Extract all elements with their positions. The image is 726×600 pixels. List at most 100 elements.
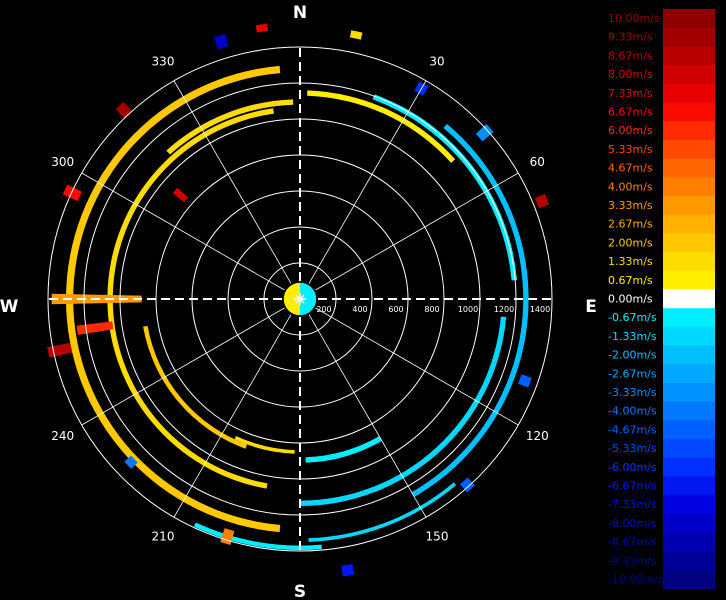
azimuth-label: 30 [429, 55, 444, 69]
colorbar-swatch [663, 177, 715, 197]
azimuth-label: 330 [152, 55, 175, 69]
colorbar-swatch [663, 196, 715, 216]
velocity-gate [220, 528, 235, 545]
colorbar-swatch [663, 551, 715, 571]
colorbar-label: 9.33m/s [608, 31, 653, 44]
velocity-gate [518, 374, 532, 388]
azimuth-label: 240 [51, 429, 74, 443]
range-label: 800 [424, 305, 439, 314]
colorbar-swatch [663, 65, 715, 85]
colorbar-label: 2.00m/s [608, 236, 653, 249]
colorbar-label: -2.67m/s [608, 367, 657, 380]
colorbar-swatch [663, 401, 715, 421]
colorbar-swatch [663, 532, 715, 552]
velocity-gate [534, 194, 550, 209]
azimuth-label: 60 [530, 155, 545, 169]
colorbar-swatch [663, 27, 715, 47]
velocity-band [305, 436, 382, 463]
colorbar-swatch [663, 439, 715, 459]
colorbar-label: -6.00m/s [608, 461, 657, 474]
colorbar-label: 6.00m/s [608, 124, 653, 137]
colorbar-swatch [663, 308, 715, 328]
colorbar-swatch [663, 83, 715, 103]
velocity-gate [459, 477, 475, 493]
colorbar-swatch [663, 139, 715, 160]
velocity-band [143, 325, 248, 449]
azimuth-spoke [315, 307, 519, 426]
colorbar-swatch [663, 270, 715, 290]
colorbar-label: 3.33m/s [608, 199, 653, 212]
colorbar-swatch [663, 570, 715, 590]
colorbar-swatch [663, 383, 715, 403]
velocity-gate [76, 321, 114, 335]
colorbar-label: -0.67m/s [608, 311, 657, 324]
colorbar-label: 10.00m/s [608, 12, 660, 25]
colorbar-swatch [663, 420, 715, 440]
colorbar-label: 8.67m/s [608, 49, 653, 62]
colorbar-swatch [663, 102, 715, 122]
range-label: 1400 [530, 305, 550, 314]
colorbar-label: 1.33m/s [608, 255, 653, 268]
azimuth-spoke [315, 172, 519, 291]
colorbar-swatch [663, 289, 715, 309]
colorbar-label: -8.00m/s [608, 517, 657, 530]
colorbar-label: 8.00m/s [608, 68, 653, 81]
colorbar-label: -4.00m/s [608, 405, 657, 418]
velocity-gate [213, 34, 229, 50]
colorbar-label: -4.67m/s [608, 423, 657, 436]
velocity-gate [47, 342, 73, 358]
colorbar-swatch [663, 457, 715, 477]
range-label: 600 [388, 305, 403, 314]
colorbar-swatch [663, 513, 715, 534]
azimuth-label: 150 [426, 529, 449, 543]
azimuth-spoke [308, 314, 427, 518]
colorbar-label: -1.33m/s [608, 330, 657, 343]
colorbar-label: 5.33m/s [608, 143, 653, 156]
colorbar-swatch [663, 214, 715, 234]
velocity-gate [475, 124, 494, 142]
colorbar-label: 6.67m/s [608, 106, 653, 119]
range-label: 400 [352, 305, 367, 314]
colorbar-swatch [663, 495, 715, 515]
colorbar-swatch [663, 158, 715, 178]
radial-velocity-chart: 30 60 120 150 210 240 300 330 200 400 600 800 1000 1… [0, 3, 715, 600]
velocity-gate [255, 23, 269, 33]
colorbar-label: 2.67m/s [608, 218, 653, 231]
velocity-colorbar: 10.00m/s 9.33m/s 8.67m/s 8.00m/s 7.33m/s 6.67… [608, 9, 715, 590]
colorbar-label: -6.67m/s [608, 480, 657, 493]
colorbar-label: -10.00m/s [608, 573, 664, 586]
compass-west: W [0, 297, 19, 317]
colorbar-label: -7.33m/s [608, 498, 657, 511]
colorbar-swatch [663, 121, 715, 141]
range-label: 1200 [494, 305, 514, 314]
colorbar-label: 4.00m/s [608, 180, 653, 193]
colorbar-label: -3.33m/s [608, 386, 657, 399]
colorbar-swatch [663, 9, 715, 29]
colorbar-label: -5.33m/s [608, 442, 657, 455]
velocity-gate [349, 30, 363, 40]
compass-east: E [585, 297, 597, 317]
colorbar-swatch [663, 46, 715, 66]
velocity-gate [172, 187, 188, 203]
colorbar-label: 4.67m/s [608, 162, 653, 175]
azimuth-label: 300 [51, 155, 74, 169]
azimuth-spoke [308, 80, 427, 284]
velocity-gate [115, 101, 133, 119]
colorbar-swatch [663, 476, 715, 496]
colorbar-label: -2.00m/s [608, 349, 657, 362]
range-label: 1000 [458, 305, 478, 314]
colorbar-label: -9.33m/s [608, 554, 657, 567]
range-label: 200 [316, 305, 331, 314]
azimuth-spoke [173, 314, 292, 518]
colorbar-swatch [663, 326, 715, 347]
velocity-gate [341, 563, 355, 577]
colorbar-label: 7.33m/s [608, 87, 653, 100]
velocity-gate [62, 184, 82, 201]
colorbar-swatch [663, 364, 715, 384]
azimuth-label: 210 [152, 529, 175, 543]
compass-south: S [294, 582, 306, 600]
polar-grid [47, 46, 553, 552]
colorbar-swatch [663, 345, 715, 365]
colorbar-swatch [663, 252, 715, 272]
colorbar-label: 0.67m/s [608, 274, 653, 287]
